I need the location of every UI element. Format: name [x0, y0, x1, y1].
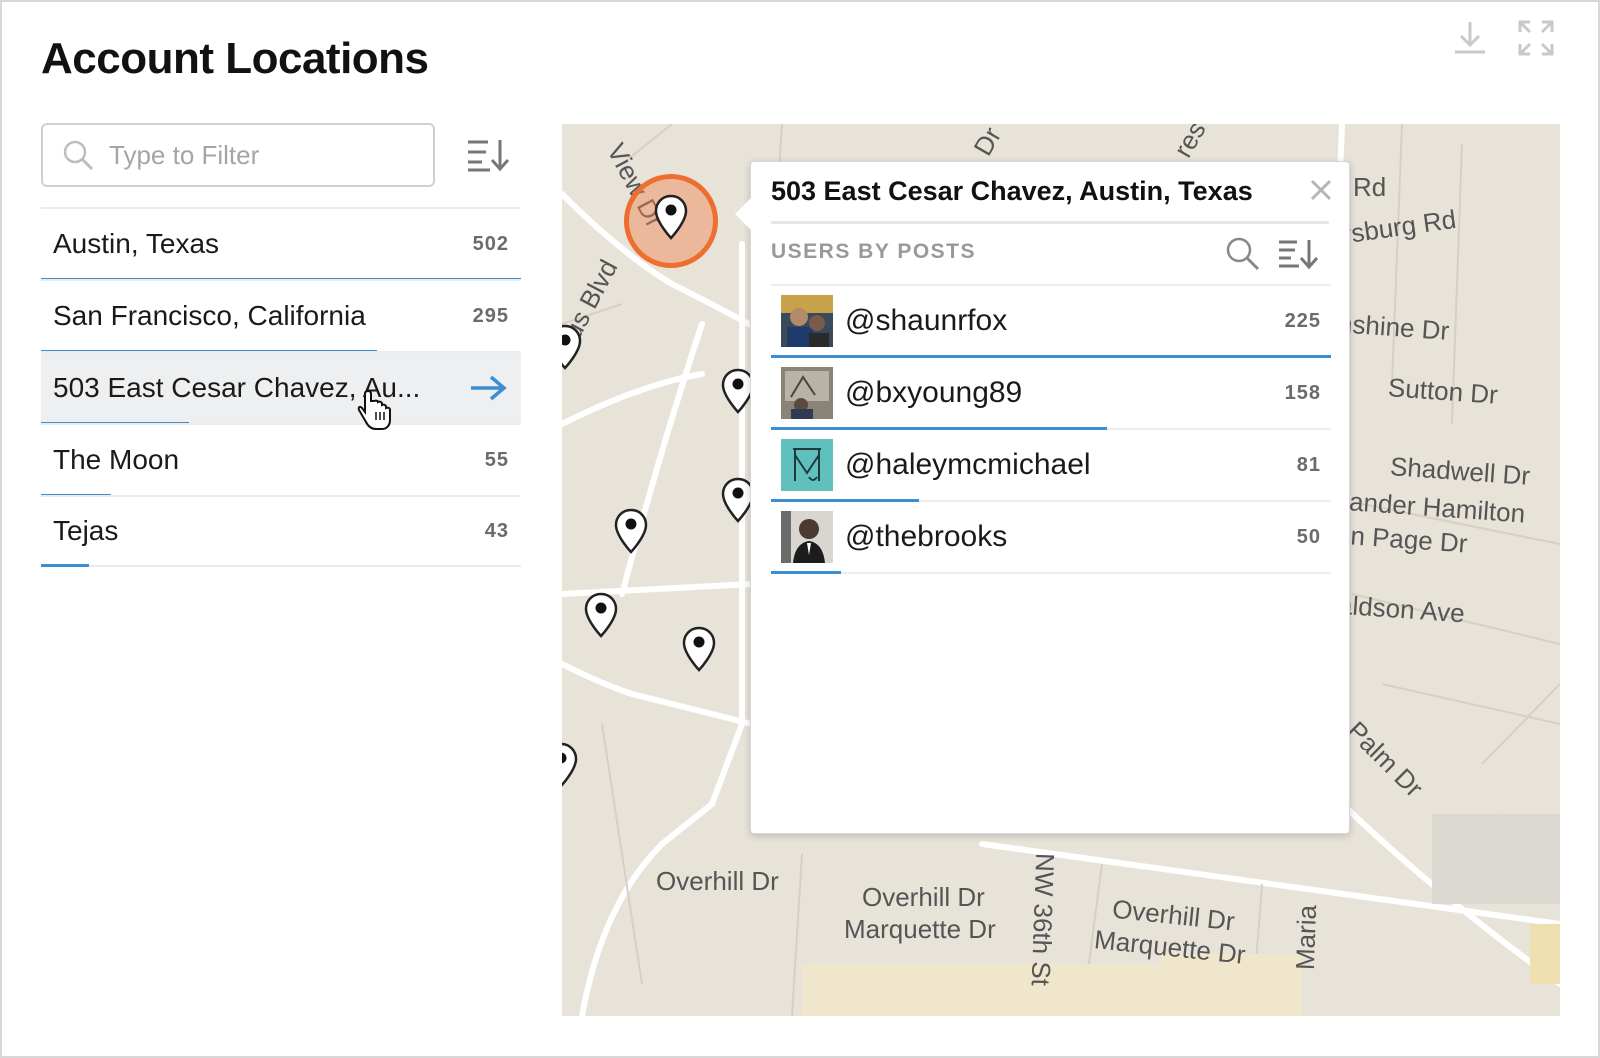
map-pin-icon[interactable] — [584, 592, 618, 638]
user-post-count: 158 — [1284, 381, 1321, 404]
map-pin-icon[interactable] — [614, 508, 648, 554]
page-title: Account Locations — [41, 34, 429, 83]
map-pin-icon[interactable] — [654, 194, 688, 240]
expand-icon[interactable] — [1516, 18, 1556, 58]
map-pin-icon[interactable] — [562, 324, 582, 370]
location-count: 295 — [472, 304, 509, 327]
divider — [771, 221, 1329, 224]
location-name: Tejas — [53, 515, 119, 546]
close-icon[interactable] — [1307, 176, 1335, 204]
avatar — [781, 439, 833, 491]
location-name: The Moon — [53, 444, 180, 475]
location-name: 503 East Cesar Chavez, Au... — [53, 372, 421, 403]
user-handle: @shaunrfox — [845, 304, 1008, 337]
location-item[interactable]: Austin, Texas 502 — [41, 207, 521, 281]
popup-tail — [735, 198, 751, 230]
user-handle: @thebrooks — [845, 520, 1008, 553]
search-icon — [63, 140, 94, 171]
user-share-bar — [771, 571, 841, 574]
street-label: Overhill Dr — [656, 866, 779, 896]
filter-box[interactable] — [41, 123, 435, 187]
street-label: NW 36th St — [1025, 852, 1061, 987]
location-count: 55 — [484, 448, 509, 471]
user-list: @shaunrfox 225 @bxyoung89 158 @haleymcmi… — [771, 284, 1331, 574]
avatar — [781, 295, 833, 347]
map-pin-icon[interactable] — [682, 626, 716, 672]
search-icon[interactable] — [1225, 236, 1261, 272]
location-count: 502 — [472, 232, 509, 255]
top-toolbar — [1450, 18, 1556, 58]
street-label: Marquette Dr — [844, 914, 996, 944]
user-row[interactable]: @thebrooks 50 — [771, 502, 1331, 574]
location-popup: 503 East Cesar Chavez, Austin, Texas USE… — [735, 161, 1350, 834]
street-label: Overhill Dr — [862, 882, 985, 912]
location-item[interactable]: San Francisco, California 295 — [41, 279, 521, 353]
location-item[interactable]: Tejas 43 — [41, 495, 521, 567]
location-share-bar — [41, 564, 89, 567]
location-item-active[interactable]: 503 East Cesar Chavez, Au... — [41, 351, 521, 425]
location-count: 43 — [484, 519, 509, 542]
user-row[interactable]: @bxyoung89 158 — [771, 358, 1331, 430]
user-post-count: 50 — [1296, 525, 1321, 548]
user-post-count: 225 — [1284, 309, 1321, 332]
avatar — [781, 367, 833, 419]
map-pin-icon[interactable] — [562, 742, 578, 788]
popup-title: 503 East Cesar Chavez, Austin, Texas — [771, 176, 1253, 206]
user-handle: @bxyoung89 — [845, 376, 1023, 409]
section-label: USERS BY POSTS — [771, 240, 976, 263]
filter-input[interactable] — [109, 139, 409, 171]
location-item[interactable]: The Moon 55 — [41, 423, 521, 497]
user-post-count: 81 — [1296, 453, 1321, 476]
arrow-right-icon[interactable] — [469, 373, 509, 403]
download-icon[interactable] — [1450, 18, 1490, 58]
location-name: San Francisco, California — [53, 300, 366, 331]
sort-icon[interactable] — [1277, 236, 1319, 272]
location-list: Austin, Texas 502 San Francisco, Califor… — [41, 207, 521, 567]
street-label: Maria — [1289, 904, 1323, 971]
location-name: Austin, Texas — [53, 228, 220, 259]
user-handle: @haleymcmichael — [845, 448, 1091, 481]
avatar — [781, 511, 833, 563]
user-row[interactable]: @haleymcmichael 81 — [771, 430, 1331, 502]
user-row[interactable]: @shaunrfox 225 — [771, 286, 1331, 358]
sort-icon[interactable] — [466, 134, 510, 174]
